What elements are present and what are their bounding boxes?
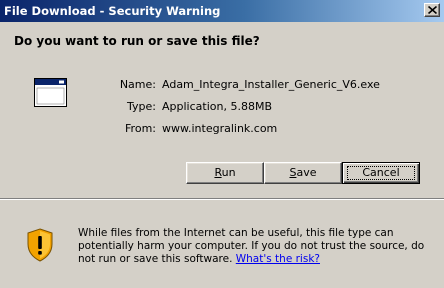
file-info-panel: Do you want to run or save this file? Na… [0,22,444,198]
run-mnemonic: R [214,166,222,179]
window-title: File Download - Security Warning [4,4,221,18]
close-icon [428,6,437,14]
whats-the-risk-link[interactable]: What's the risk? [236,253,320,265]
from-label: From: [125,122,156,135]
security-warning-text: While files from the Internet can be use… [78,227,434,266]
dialog-question: Do you want to run or save this file? [14,34,260,48]
save-label-rest: ave [296,166,317,179]
name-label: Name: [119,78,156,91]
cancel-label: Cancel [362,166,400,179]
cancel-button[interactable]: Cancel [342,162,420,184]
warning-panel: While files from the Internet can be use… [0,200,444,288]
security-warning-dialog: File Download - Security Warning Do you … [0,0,444,288]
run-button[interactable]: Run [186,162,264,184]
close-button[interactable] [424,3,440,17]
run-label-rest: un [221,166,236,179]
application-window-icon [34,78,67,107]
type-label: Type: [127,100,156,113]
file-type-value: Application, 5.88MB [162,100,272,113]
title-bar[interactable]: File Download - Security Warning [0,0,444,22]
file-source-value: www.integralink.com [162,122,278,135]
security-shield-warning-icon [27,228,53,262]
save-button[interactable]: Save [264,162,342,184]
file-name-value: Adam_Integra_Installer_Generic_V6.exe [162,78,380,91]
